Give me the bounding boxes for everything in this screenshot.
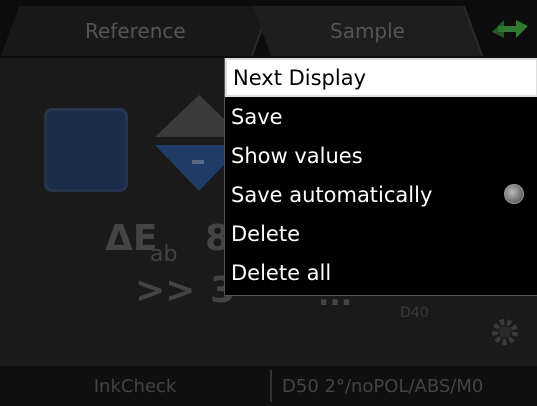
chevrons: >> (135, 270, 196, 311)
context-menu: Next Display Save Show values Save autom… (224, 58, 537, 296)
menu-item-delete[interactable]: Delete (225, 214, 537, 253)
menu-item-save-automatically[interactable]: Save automatically (225, 175, 537, 214)
radio-button-icon[interactable] (504, 184, 524, 204)
minus-icon (192, 160, 204, 164)
menu-item-delete-all[interactable]: Delete all (225, 253, 537, 292)
gear-icon[interactable] (488, 315, 522, 349)
menu-item-save[interactable]: Save (225, 97, 537, 136)
delta-e-subscript: ab (150, 242, 178, 267)
menu-item-show-values[interactable]: Show values (225, 136, 537, 175)
menu-item-label: Show values (231, 143, 363, 168)
menu-item-label: Delete (231, 221, 300, 246)
sync-arrows-icon[interactable] (488, 14, 532, 44)
status-bar: InkCheck D50 2°/noPOL/ABS/M0 (0, 366, 537, 406)
menu-item-label: Save automatically (231, 182, 433, 207)
tab-bar: Reference Sample (0, 0, 537, 58)
device-screen: Reference Sample ΔE ab 8 >> 3 ... D40 In… (0, 0, 537, 406)
settings-label: D50 2°/noPOL/ABS/M0 (282, 375, 484, 397)
menu-item-next-display[interactable]: Next Display (225, 58, 537, 97)
extra-subscript: D40 (400, 305, 429, 321)
menu-item-label: Delete all (231, 260, 332, 285)
tab-sample-label: Sample (329, 19, 405, 43)
color-swatch (44, 108, 128, 192)
menu-item-label: Save (231, 104, 283, 129)
tab-reference[interactable]: Reference (0, 6, 272, 56)
tab-reference-label: Reference (84, 19, 186, 43)
menu-item-label: Next Display (233, 65, 367, 90)
tab-sample[interactable]: Sample (252, 6, 484, 56)
mode-label: InkCheck (93, 375, 177, 397)
